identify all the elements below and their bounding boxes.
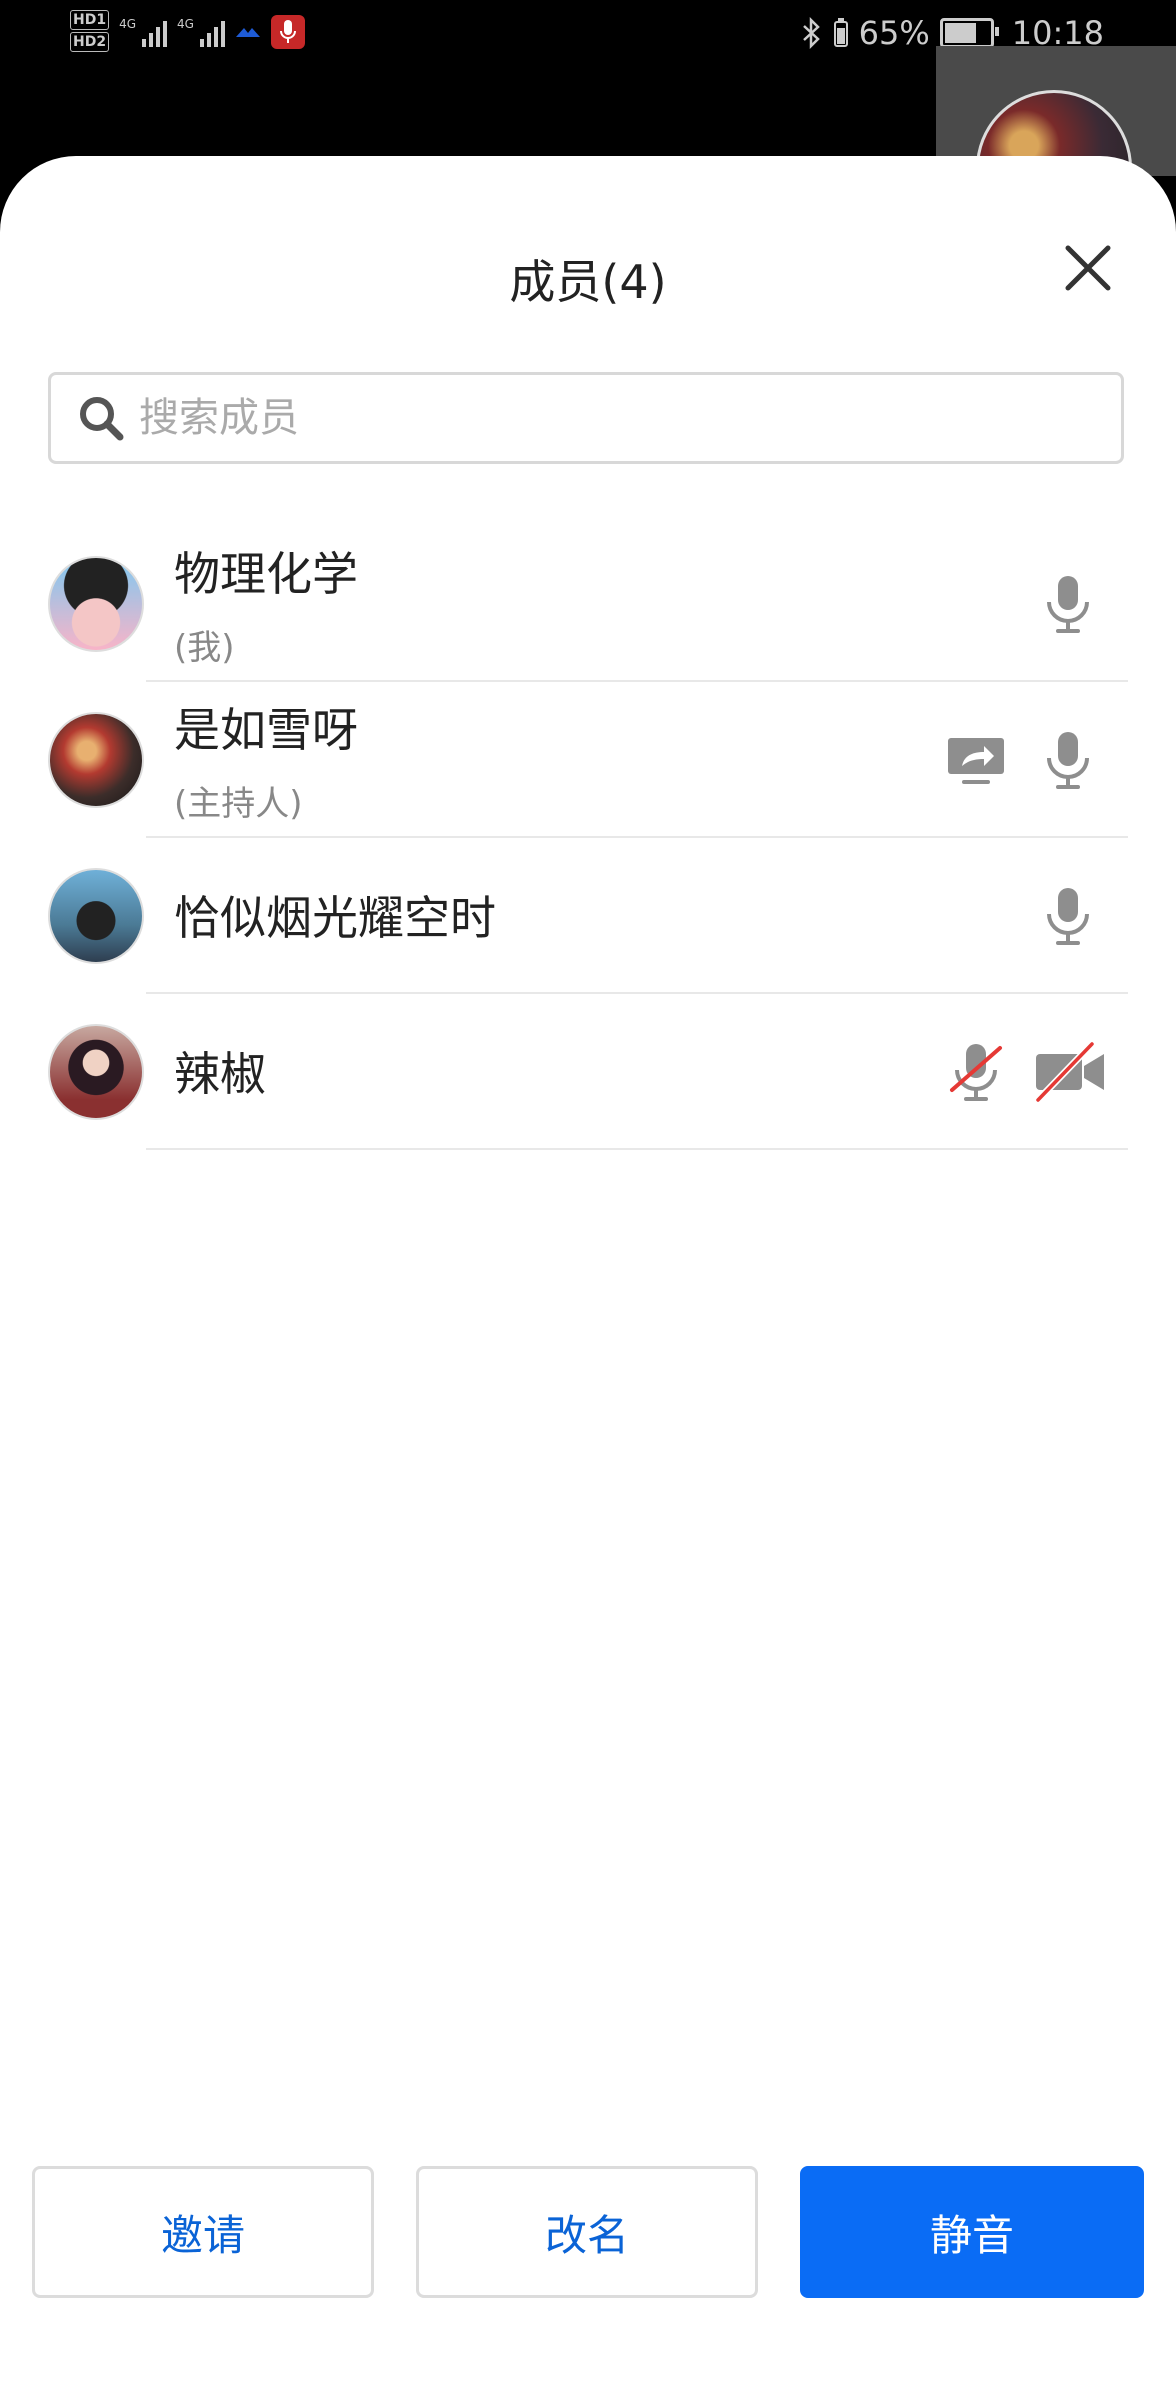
status-left: HD1 HD2 4G 4G — [70, 10, 305, 54]
member-role: (主持人) — [174, 784, 303, 824]
member-row[interactable]: 恰似烟光耀空时 — [0, 838, 1176, 994]
search-box[interactable] — [48, 372, 1124, 464]
avatar — [48, 1024, 144, 1120]
member-row[interactable]: 是如雪呀 (主持人) — [0, 682, 1176, 838]
rename-button[interactable]: 改名 — [416, 2166, 758, 2298]
signal-icon-2: 4G — [177, 17, 225, 47]
avatar — [48, 556, 144, 652]
microphone-icon[interactable] — [1036, 572, 1100, 636]
recording-mic-icon — [270, 15, 305, 49]
member-row[interactable]: 物理化学 (我) — [0, 526, 1176, 682]
invite-button[interactable]: 邀请 — [32, 2166, 374, 2298]
hd1-label: HD1 — [70, 10, 110, 30]
app-notification-icon — [235, 28, 260, 37]
close-icon[interactable] — [1062, 242, 1114, 294]
signal-icon-1: 4G — [119, 17, 168, 47]
bluetooth-icon — [802, 17, 820, 49]
page-title: 成员(4) — [509, 255, 667, 309]
members-sheet: 成员(4) 物理化学 (我) 是如雪呀 (主持人) — [0, 156, 1176, 2400]
member-role: (我) — [174, 628, 235, 668]
mute-all-button[interactable]: 静音 — [800, 2166, 1144, 2298]
screen-share-icon[interactable] — [944, 728, 1008, 792]
microphone-icon[interactable] — [1036, 884, 1100, 948]
network-type-1: 4G — [119, 17, 137, 31]
search-input[interactable] — [137, 394, 1041, 442]
member-name: 物理化学 — [174, 547, 358, 601]
microphone-icon[interactable] — [1036, 728, 1100, 792]
member-list: 物理化学 (我) 是如雪呀 (主持人) 恰似烟光耀空时 辣椒 — [0, 526, 1176, 1150]
member-name: 辣椒 — [174, 1047, 266, 1101]
divider — [146, 1148, 1128, 1150]
member-name: 是如雪呀 — [174, 703, 358, 757]
hd2-label: HD2 — [70, 32, 110, 52]
camera-off-icon[interactable] — [1034, 1040, 1106, 1104]
avatar — [48, 868, 144, 964]
battery-percent: 65% — [858, 14, 930, 52]
avatar — [48, 712, 144, 808]
hd-indicator: HD1 HD2 — [70, 10, 110, 54]
microphone-muted-icon[interactable] — [944, 1040, 1008, 1104]
search-icon — [80, 397, 124, 441]
member-name: 恰似烟光耀空时 — [174, 891, 496, 945]
action-bar: 邀请 改名 静音 — [0, 2166, 1176, 2298]
network-type-2: 4G — [177, 17, 194, 31]
battery-icon — [939, 18, 999, 48]
member-row[interactable]: 辣椒 — [0, 994, 1176, 1150]
battery-small-icon — [833, 18, 848, 47]
